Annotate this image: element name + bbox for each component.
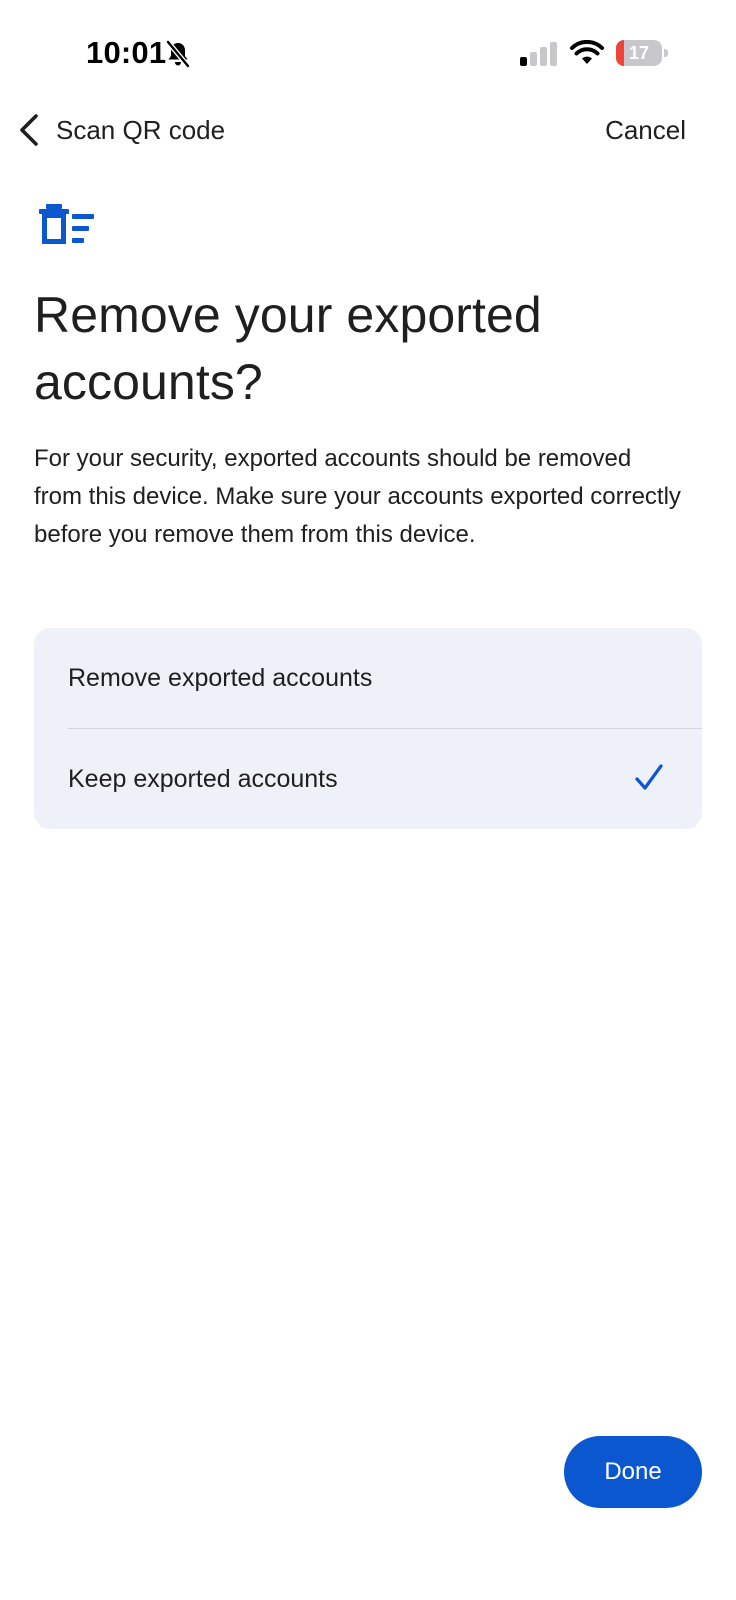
screen: 10:01 17 Scan QR code Cancel Remove your…: [0, 0, 736, 1600]
battery-icon: 17: [616, 40, 668, 66]
battery-level: 17: [628, 43, 650, 63]
battery-body: 17: [616, 40, 662, 66]
status-bar: 10:01 17: [0, 0, 736, 100]
wifi-icon: [570, 40, 604, 64]
back-button[interactable]: Scan QR code: [14, 108, 225, 152]
description-text: For your security, exported accounts sho…: [34, 445, 681, 548]
battery-cap: [664, 49, 668, 57]
delete-list-icon: [39, 204, 94, 244]
option-label: Remove exported accounts: [68, 664, 373, 692]
bell-off-icon: [166, 40, 190, 68]
done-button[interactable]: Done: [564, 1436, 702, 1508]
cancel-button[interactable]: Cancel: [605, 108, 686, 152]
option-keep-exported-accounts[interactable]: Keep exported accounts: [34, 729, 702, 829]
options-list: Remove exported accounts Keep exported a…: [34, 628, 702, 829]
option-remove-exported-accounts[interactable]: Remove exported accounts: [34, 628, 702, 728]
page-title: Remove your exported accounts?: [34, 287, 542, 410]
checkmark-icon: [635, 764, 663, 790]
status-time: 10:01: [86, 35, 167, 70]
chevron-left-icon: [20, 114, 38, 146]
back-button-label: Scan QR code: [56, 115, 226, 145]
option-label: Keep exported accounts: [68, 765, 338, 793]
cellular-signal-icon: [520, 42, 557, 66]
